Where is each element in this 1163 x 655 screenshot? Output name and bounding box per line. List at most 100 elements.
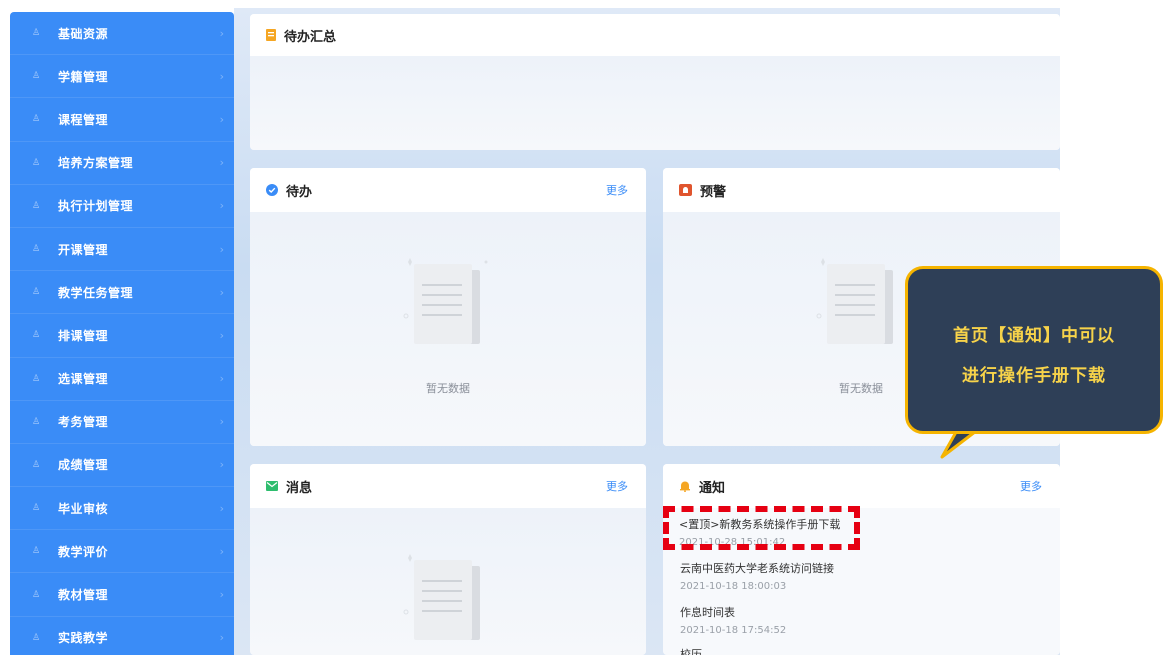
card-title: 通知: [699, 480, 726, 496]
notice-list: <置顶>新教务系统操作手册下载 2021-10-28 15:01:42 云南中医…: [663, 508, 1060, 655]
callout-line-2: 进行操作手册下载: [962, 366, 1106, 386]
empty-document-icon: [403, 554, 480, 640]
sidebar-item-execution-plan[interactable]: ♙ 执行计划管理 ›: [10, 185, 234, 228]
sidebar-item-course-selection[interactable]: ♙ 选课管理 ›: [10, 358, 234, 401]
card-body: [250, 56, 1060, 150]
notice-time: 2021-10-18 18:00:03: [680, 581, 787, 592]
messages-card: 消息 更多: [250, 464, 646, 655]
chevron-right-icon: ›: [219, 156, 224, 170]
menu-icon: ♙: [32, 200, 41, 211]
sidebar-item-label: 基础资源: [58, 26, 109, 41]
sidebar-item-label: 考务管理: [58, 415, 109, 430]
chevron-right-icon: ›: [219, 372, 224, 386]
document-icon: [266, 29, 276, 41]
menu-icon: ♙: [32, 589, 41, 600]
callout-bubble: 首页【通知】中可以 进行操作手册下载: [905, 266, 1163, 434]
card-header: 待办: [250, 168, 646, 212]
chevron-right-icon: ›: [219, 242, 224, 256]
sidebar: ♙ 基础资源 › ♙ 学籍管理 › ♙ 课程管理 › ♙ 培养方案管理 › ♙ …: [10, 12, 234, 655]
card-title: 待办: [286, 184, 313, 200]
notice-title[interactable]: 作息时间表: [680, 604, 786, 620]
bell-icon: [680, 481, 690, 492]
notice-title[interactable]: 云南中医药大学老系统访问链接: [680, 560, 834, 576]
alarm-icon: [679, 184, 692, 196]
page: ♙ 基础资源 › ♙ 学籍管理 › ♙ 课程管理 › ♙ 培养方案管理 › ♙ …: [0, 0, 1163, 655]
sidebar-item-exams[interactable]: ♙ 考务管理 ›: [10, 401, 234, 444]
notice-title[interactable]: 校历: [680, 646, 702, 655]
notice-item[interactable]: 云南中医药大学老系统访问链接 2021-10-18 18:00:03: [680, 560, 834, 592]
sidebar-item-practice-teaching[interactable]: ♙ 实践教学 ›: [10, 617, 234, 655]
more-link[interactable]: 更多: [1020, 478, 1042, 494]
sidebar-item-label: 选课管理: [58, 372, 109, 387]
notice-time: 2021-10-28 15:01:42: [679, 537, 786, 548]
chevron-right-icon: ›: [219, 26, 224, 40]
card-header: 通知: [663, 464, 1060, 508]
chevron-right-icon: ›: [219, 199, 224, 213]
chevron-right-icon: ›: [219, 501, 224, 515]
sidebar-item-label: 开课管理: [58, 242, 109, 257]
sidebar-item-graduation-review[interactable]: ♙ 毕业审核 ›: [10, 487, 234, 531]
card-header: 预警: [663, 168, 1060, 212]
menu-icon: ♙: [32, 157, 41, 168]
sidebar-item-label: 教学任务管理: [58, 285, 134, 300]
menu-icon: ♙: [32, 546, 41, 557]
menu-icon: ♙: [32, 416, 41, 427]
menu-icon: ♙: [32, 503, 41, 514]
empty-document-icon: [403, 258, 488, 344]
sidebar-item-basic-resources[interactable]: ♙ 基础资源 ›: [10, 12, 234, 56]
card-header: 待办汇总: [250, 14, 1060, 56]
sidebar-item-grades[interactable]: ♙ 成绩管理 ›: [10, 444, 234, 488]
chevron-right-icon: ›: [219, 631, 224, 645]
sidebar-item-training-plan[interactable]: ♙ 培养方案管理 ›: [10, 142, 234, 185]
sidebar-item-label: 执行计划管理: [58, 199, 134, 214]
sidebar-item-label: 成绩管理: [58, 458, 109, 473]
sidebar-item-label: 教材管理: [58, 588, 109, 603]
menu-icon: ♙: [32, 114, 41, 125]
menu-icon: ♙: [32, 244, 41, 255]
more-link[interactable]: 更多: [606, 182, 628, 198]
card-header: 消息: [250, 464, 646, 508]
envelope-icon: [266, 481, 278, 491]
notice-time: 2021-10-18 17:54:52: [680, 625, 787, 636]
chevron-right-icon: ›: [219, 285, 224, 299]
menu-icon: ♙: [32, 632, 41, 643]
chevron-right-icon: ›: [219, 328, 224, 342]
sidebar-item-textbooks[interactable]: ♙ 教材管理 ›: [10, 573, 234, 617]
chevron-right-icon: ›: [219, 588, 224, 602]
chevron-right-icon: ›: [219, 415, 224, 429]
todo-summary-card: 待办汇总: [250, 14, 1060, 150]
chevron-right-icon: ›: [219, 544, 224, 558]
empty-state-text: 暂无数据: [426, 382, 470, 395]
empty-state-text: 暂无数据: [839, 382, 883, 395]
notice-item[interactable]: <置顶>新教务系统操作手册下载 2021-10-28 15:01:42: [679, 516, 840, 548]
menu-icon: ♙: [32, 330, 41, 341]
sidebar-item-teaching-tasks[interactable]: ♙ 教学任务管理 ›: [10, 271, 234, 315]
card-title: 预警: [700, 184, 727, 200]
chevron-right-icon: ›: [219, 458, 224, 472]
card-title: 消息: [286, 480, 313, 496]
sidebar-item-teaching-evaluation[interactable]: ♙ 教学评价 ›: [10, 530, 234, 574]
more-link[interactable]: 更多: [606, 478, 628, 494]
sidebar-item-label: 学籍管理: [58, 69, 109, 84]
check-badge-icon: [266, 184, 278, 196]
notice-item[interactable]: 作息时间表 2021-10-18 17:54:52: [680, 604, 786, 636]
sidebar-item-courses[interactable]: ♙ 课程管理 ›: [10, 98, 234, 142]
card-title: 待办汇总: [284, 29, 337, 45]
sidebar-item-student-status[interactable]: ♙ 学籍管理 ›: [10, 55, 234, 99]
sidebar-item-label: 培养方案管理: [58, 156, 134, 171]
card-body: 暂无数据: [250, 212, 646, 446]
notices-card: 通知 更多 <置顶>新教务系统操作手册下载 2021-10-28 15:01:4…: [663, 464, 1060, 655]
chevron-right-icon: ›: [219, 112, 224, 126]
empty-document-icon: [816, 258, 893, 344]
callout-line-1: 首页【通知】中可以: [953, 326, 1115, 346]
menu-icon: ♙: [32, 459, 41, 470]
menu-icon: ♙: [32, 28, 41, 39]
sidebar-item-scheduling[interactable]: ♙ 排课管理 ›: [10, 314, 234, 358]
card-body: [250, 508, 646, 655]
sidebar-item-course-offering[interactable]: ♙ 开课管理 ›: [10, 228, 234, 272]
sidebar-item-label: 毕业审核: [58, 501, 109, 516]
notice-item[interactable]: 校历: [680, 646, 702, 655]
sidebar-item-label: 教学评价: [58, 544, 109, 559]
sidebar-item-label: 课程管理: [58, 112, 109, 127]
notice-title[interactable]: <置顶>新教务系统操作手册下载: [679, 516, 840, 532]
